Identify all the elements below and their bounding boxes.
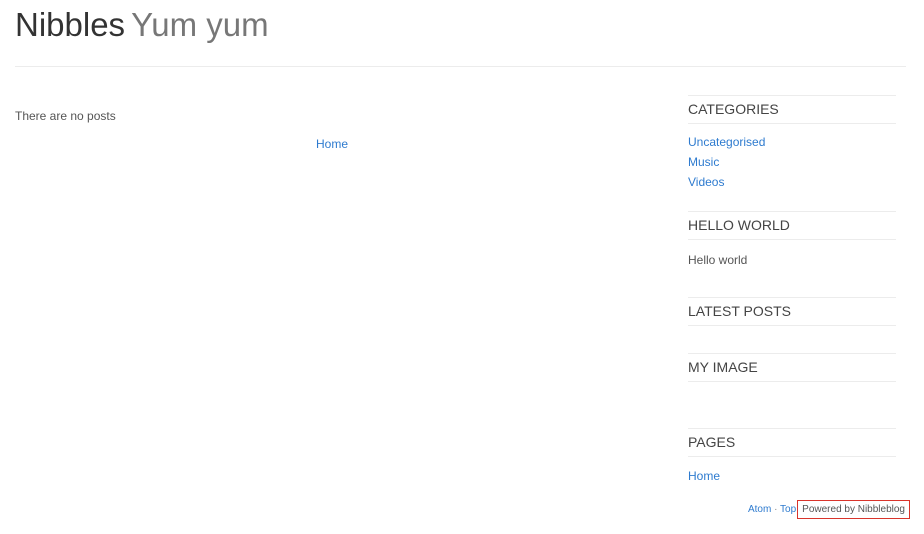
pages-link-home[interactable]: Home	[688, 469, 720, 483]
footer: Atom · Top Powered by Nibbleblog	[748, 500, 910, 519]
footer-separator: ·	[774, 504, 778, 515]
my-image-title: MY IMAGE	[688, 353, 896, 382]
site-name[interactable]: Nibbles	[15, 6, 125, 43]
pages-title: PAGES	[688, 428, 896, 457]
hello-world-text: Hello world	[688, 253, 748, 267]
categories-title: CATEGORIES	[688, 95, 896, 124]
latest-posts-title: LATEST POSTS	[688, 297, 896, 326]
header-divider	[15, 66, 906, 67]
category-link-uncategorised[interactable]: Uncategorised	[688, 135, 765, 149]
site-slogan: Yum yum	[131, 6, 269, 43]
no-posts-message: There are no posts	[15, 109, 116, 123]
powered-by-text: Powered by Nibbleblog	[797, 500, 910, 519]
category-link-videos[interactable]: Videos	[688, 175, 724, 189]
top-link[interactable]: Top	[780, 504, 796, 515]
category-link-music[interactable]: Music	[688, 155, 719, 169]
atom-link[interactable]: Atom	[748, 504, 771, 515]
site-header: Nibbles Yum yum	[15, 6, 269, 44]
pager-home-link[interactable]: Home	[316, 137, 348, 151]
hello-world-title: HELLO WORLD	[688, 211, 896, 240]
